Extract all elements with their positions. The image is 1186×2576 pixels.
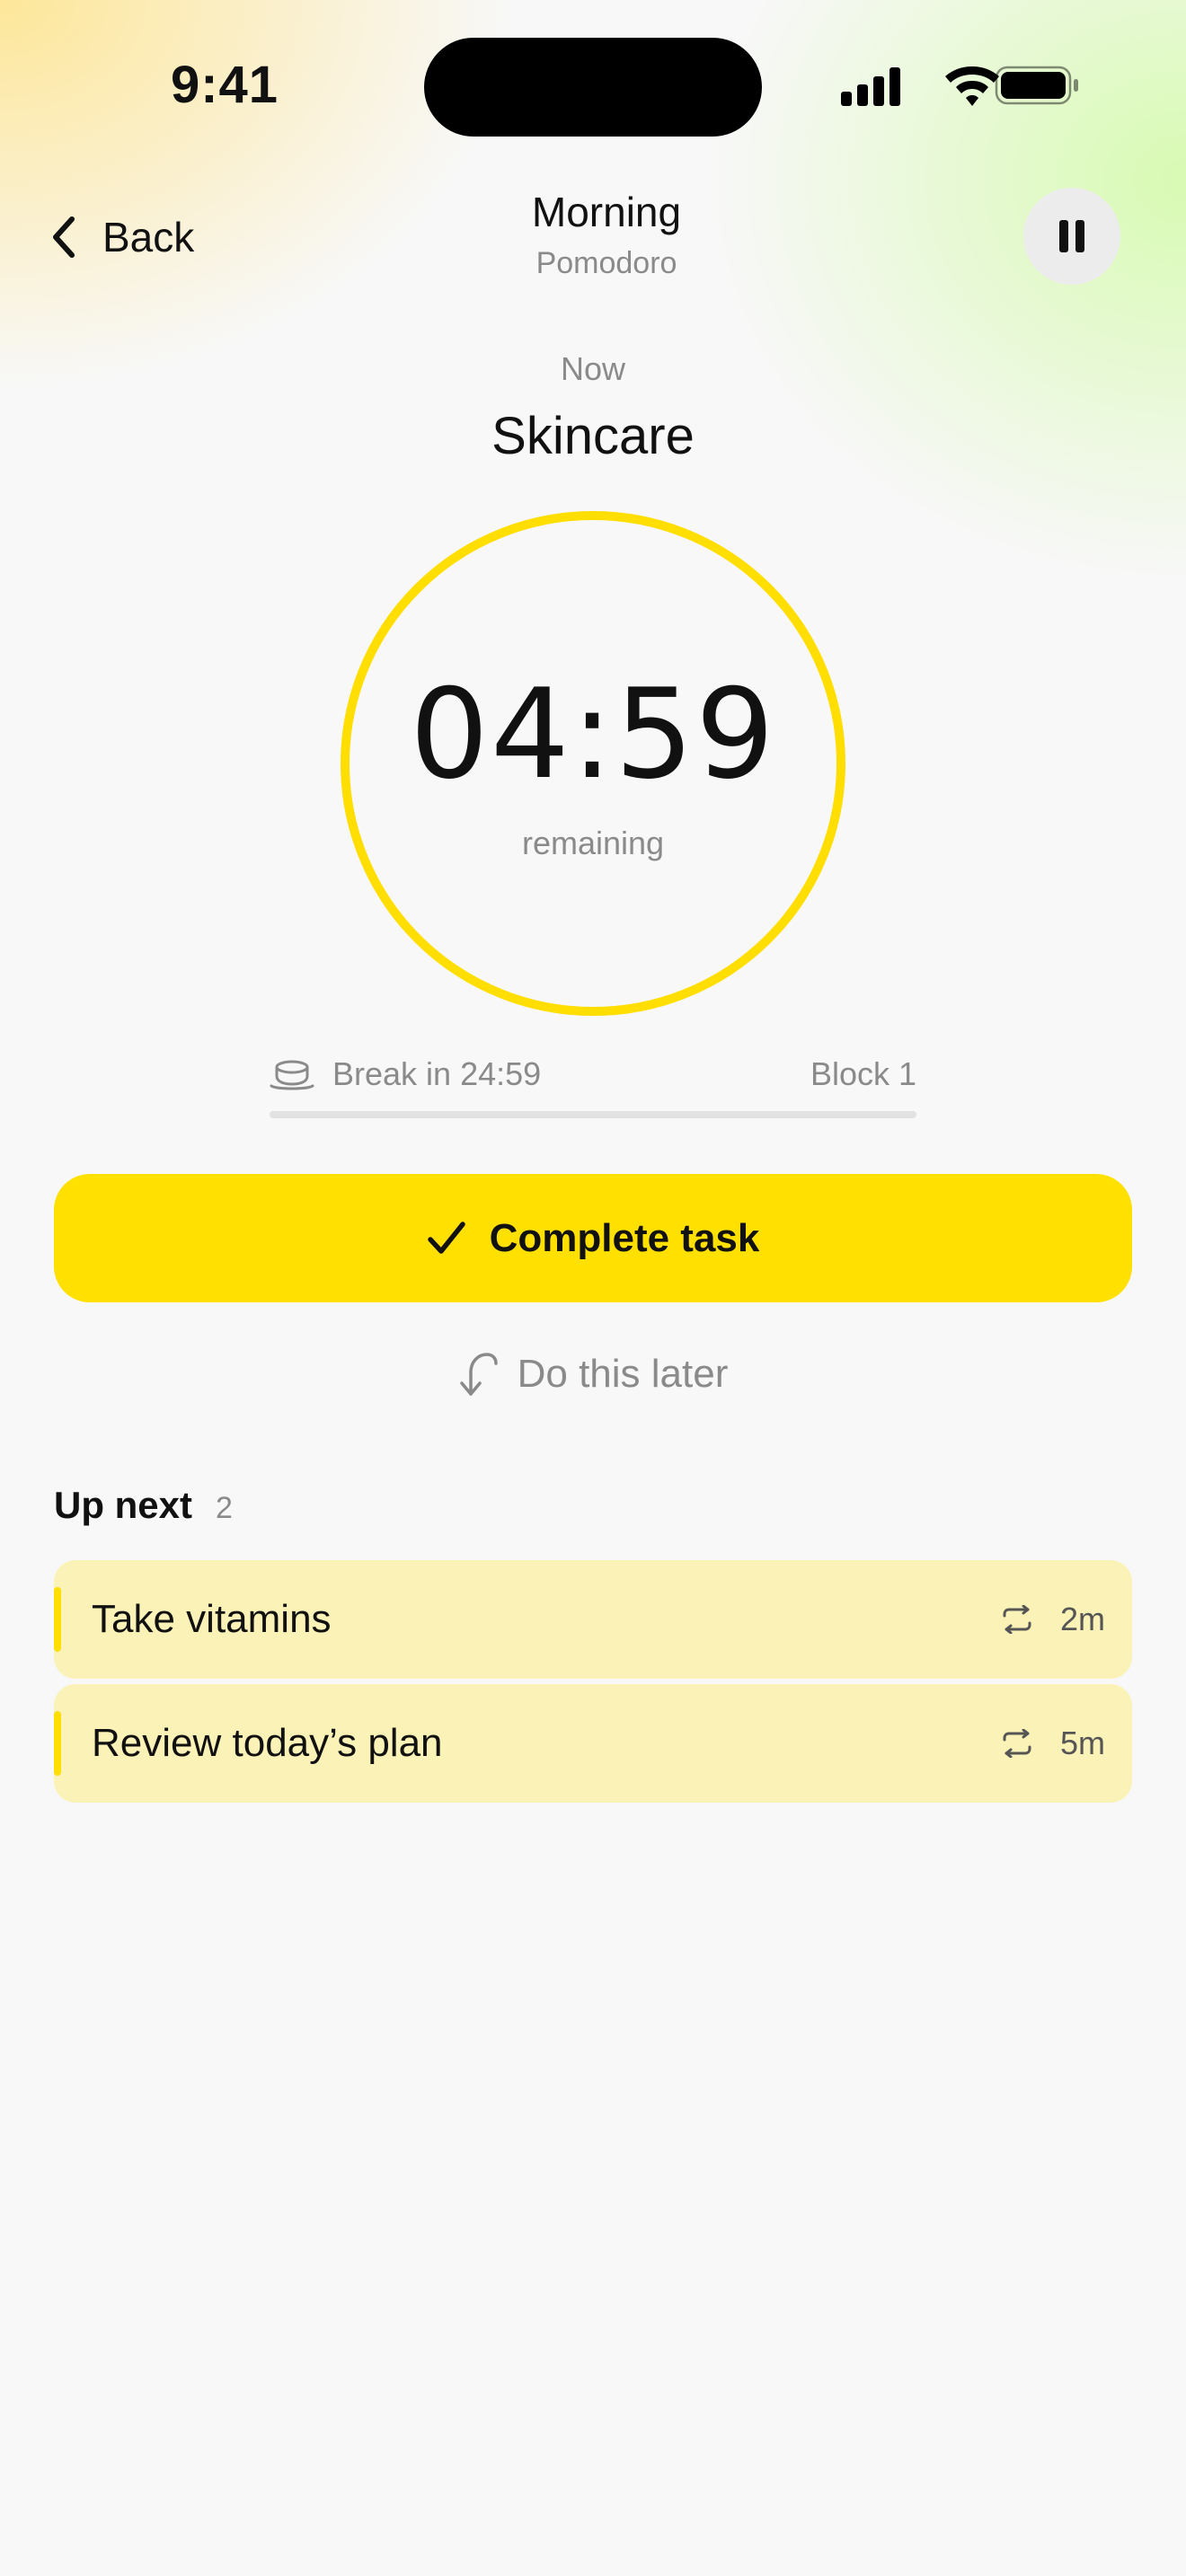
task-accent-bar [54, 1587, 61, 1652]
break-progress-track [270, 1111, 916, 1118]
up-next-item[interactable]: Review today’s plan 5m [54, 1684, 1132, 1803]
checkmark-icon [427, 1221, 465, 1254]
battery-icon [995, 66, 1078, 105]
block-label: Block 1 [810, 1055, 916, 1092]
defer-arrow-icon [459, 1353, 498, 1396]
routine-title: Morning [531, 189, 682, 235]
up-next-header: Up next 2 [54, 1484, 233, 1538]
timer-countdown: 04:59 [410, 662, 776, 807]
up-next-item-name: Review today’s plan [92, 1721, 443, 1765]
back-button[interactable]: Back [47, 203, 194, 271]
do-this-later-label: Do this later [517, 1352, 729, 1396]
now-label: Now [560, 350, 626, 387]
break-countdown: Break in 24:59 [332, 1055, 542, 1092]
current-task-title: Skincare [491, 407, 695, 465]
chevron-left-icon [53, 216, 75, 258]
repeat-icon [1003, 1729, 1031, 1758]
dynamic-island [424, 38, 762, 137]
complete-task-button[interactable]: Complete task [54, 1174, 1132, 1302]
pause-icon [1059, 220, 1084, 252]
routine-mode: Pomodoro [535, 246, 677, 280]
routine-title-block: Morning Pomodoro [413, 185, 800, 287]
up-next-item-duration: 2m [1059, 1601, 1105, 1637]
wifi-icon [945, 66, 999, 106]
complete-task-label: Complete task [489, 1215, 760, 1260]
repeat-icon [1003, 1605, 1031, 1634]
status-icons [836, 61, 1078, 110]
back-label: Back [102, 214, 195, 260]
break-info-row: Break in 24:59 Block 1 [270, 1047, 916, 1101]
up-next-item-name: Take vitamins [92, 1597, 332, 1641]
do-this-later-button[interactable]: Do this later [323, 1343, 863, 1406]
timer-remaining-label: remaining [521, 825, 665, 861]
up-next-count: 2 [216, 1491, 233, 1525]
cellular-signal-icon [841, 67, 900, 106]
pause-button[interactable] [1023, 188, 1120, 285]
status-time: 9:41 [170, 56, 279, 114]
coffee-cup-icon [270, 1060, 314, 1090]
up-next-item-duration: 5m [1059, 1725, 1105, 1761]
up-next-item[interactable]: Take vitamins 2m [54, 1560, 1132, 1679]
up-next-title: Up next [54, 1484, 193, 1526]
task-accent-bar [54, 1711, 61, 1776]
